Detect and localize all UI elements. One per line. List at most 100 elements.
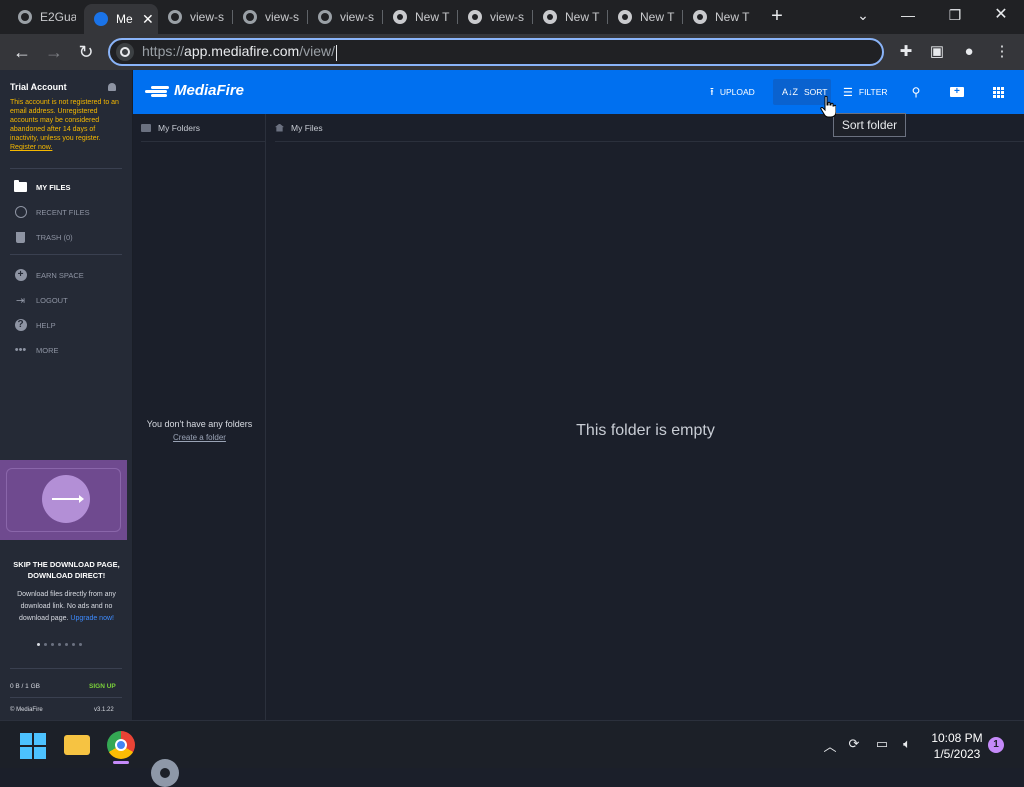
filter-button[interactable]: ☰ FILTER xyxy=(843,85,888,99)
search-icon[interactable]: ⚲ xyxy=(908,84,924,100)
reload-icon[interactable]: ↻ xyxy=(74,40,98,64)
browser-tab[interactable]: view-s xyxy=(158,4,232,30)
globe-icon xyxy=(18,10,32,24)
signup-link[interactable]: SIGN UP xyxy=(89,683,116,690)
tab-title: view-s xyxy=(190,10,225,24)
sidebar-item-earn-space[interactable]: + EARN SPACE xyxy=(14,268,84,282)
app-topbar: MediaFire ⭱ UPLOAD A↓Z SORT ☰ FILTER ⚲ xyxy=(133,70,1024,114)
carousel-dot[interactable] xyxy=(79,643,82,646)
browser-toolbar: ← → ↻ https://app.mediafire.com/view/ ✚ … xyxy=(0,34,1024,70)
promo-image[interactable] xyxy=(0,460,127,540)
register-link[interactable]: Register now. xyxy=(10,144,52,151)
mediafire-logo[interactable]: MediaFire xyxy=(145,82,244,99)
carousel-dot[interactable] xyxy=(37,643,40,646)
browser-tab[interactable]: New T xyxy=(683,4,757,30)
carousel-dot[interactable] xyxy=(44,643,47,646)
back-arrow-icon[interactable]: ← xyxy=(10,40,34,64)
sidebar-item-trash[interactable]: TRASH (0) xyxy=(14,230,73,244)
sidebar-item-recent-files[interactable]: RECENT FILES xyxy=(14,205,90,219)
chrome-icon xyxy=(393,10,407,24)
kebab-menu-icon[interactable]: ⋮ xyxy=(992,42,1012,62)
upload-button[interactable]: ⭱ UPLOAD xyxy=(710,85,755,99)
help-icon: ? xyxy=(14,319,27,332)
forward-arrow-icon[interactable]: → xyxy=(42,40,66,64)
filter-icon: ☰ xyxy=(843,86,853,99)
clock-time: 10:08 PM xyxy=(931,731,983,745)
tab-title: view-s xyxy=(340,10,375,24)
taskbar-clock[interactable]: 10:08 PM 1/5/2023 xyxy=(922,730,992,762)
new-tab-button[interactable]: + xyxy=(766,6,788,28)
carousel-dot[interactable] xyxy=(51,643,54,646)
folders-pane: My Folders You don't have any folders Cr… xyxy=(133,114,266,720)
mediafire-flame-icon xyxy=(145,85,171,97)
address-bar[interactable]: https://app.mediafire.com/view/ xyxy=(108,38,884,66)
tab-title: New T xyxy=(565,10,600,24)
upgrade-link[interactable]: Upgrade now! xyxy=(70,615,114,622)
address-url: https://app.mediafire.com/view/ xyxy=(142,43,337,61)
close-tab-icon[interactable]: ✕ xyxy=(142,11,154,28)
folder-icon xyxy=(14,180,27,194)
tab-search-icon[interactable]: ⌄ xyxy=(843,4,883,26)
globe-icon xyxy=(243,10,257,24)
volume-icon[interactable]: 🔈︎ xyxy=(898,736,916,752)
sort-az-icon: A↓Z xyxy=(782,87,799,97)
side-panel-icon[interactable]: ▣ xyxy=(927,42,947,62)
profile-avatar-icon[interactable]: ● xyxy=(959,42,979,62)
tab-title: view-s xyxy=(490,10,525,24)
sidebar-item-my-files[interactable]: MY FILES xyxy=(14,180,70,194)
site-info-icon[interactable] xyxy=(116,43,134,61)
hand-cursor-icon xyxy=(820,96,836,118)
carousel-dot[interactable] xyxy=(58,643,61,646)
close-window-button[interactable]: ✕ xyxy=(981,4,1021,26)
sidebar-item-more[interactable]: ••• MORE xyxy=(14,343,59,357)
plus-circle-icon: + xyxy=(14,269,27,282)
tab-title: New T xyxy=(415,10,450,24)
carousel-dots[interactable] xyxy=(37,643,82,646)
browser-tab-active[interactable]: Me ✕ xyxy=(84,4,158,34)
restore-button[interactable]: ❐ xyxy=(935,4,975,26)
globe-icon xyxy=(318,10,332,24)
upload-icon: ⭱ xyxy=(710,85,714,98)
sidebar-item-help[interactable]: ? HELP xyxy=(14,318,56,332)
carousel-dot[interactable] xyxy=(65,643,68,646)
carousel-dot[interactable] xyxy=(72,643,75,646)
globe-icon xyxy=(168,10,182,24)
promo-title: SKIP THE DOWNLOAD PAGE, DOWNLOAD DIRECT! xyxy=(13,560,120,580)
folder-icon xyxy=(141,123,151,132)
clock-icon xyxy=(14,206,27,219)
minimize-button[interactable]: — xyxy=(888,4,928,26)
create-folder-link[interactable]: Create a folder xyxy=(133,433,266,442)
breadcrumb[interactable]: My Files xyxy=(275,114,1024,142)
chrome-icon xyxy=(618,10,632,24)
clock-date: 1/5/2023 xyxy=(933,747,981,761)
browser-tab[interactable]: E2Gua xyxy=(8,4,84,30)
notification-badge[interactable]: 1 xyxy=(988,737,1004,753)
browser-tab[interactable]: view-s xyxy=(308,4,382,30)
browser-tab[interactable]: view-s xyxy=(458,4,532,30)
extensions-puzzle-icon[interactable]: ✚ xyxy=(896,42,916,62)
trash-icon xyxy=(14,231,27,244)
browser-tab[interactable]: New T xyxy=(383,4,457,30)
browser-tab[interactable]: New T xyxy=(608,4,682,30)
home-icon xyxy=(275,123,284,132)
new-folder-icon[interactable] xyxy=(949,84,965,100)
network-icon[interactable]: ▭ xyxy=(873,736,891,752)
logout-icon: ⇥ xyxy=(15,294,26,307)
sync-icon[interactable]: ⟳ xyxy=(845,736,863,752)
browser-tab[interactable]: New T xyxy=(533,4,607,30)
browser-tab[interactable]: view-s xyxy=(233,4,307,30)
folders-pane-header: My Folders xyxy=(141,114,265,142)
copyright: © MediaFire xyxy=(10,707,43,713)
chrome-icon[interactable] xyxy=(107,731,135,759)
bell-icon[interactable] xyxy=(108,83,116,91)
trial-notice: This account is not registered to an ema… xyxy=(10,99,119,151)
browser-tab-strip: E2Gua Me ✕ view-s view-s view-s New T vi… xyxy=(0,0,1024,34)
file-explorer-icon[interactable] xyxy=(64,735,90,755)
no-folders-message: You don't have any folders xyxy=(146,419,253,429)
tab-title: Me xyxy=(116,12,133,26)
grid-view-icon[interactable] xyxy=(990,84,1006,100)
files-pane: My Files This folder is empty xyxy=(267,114,1024,720)
sidebar-item-logout[interactable]: ⇥ LOGOUT xyxy=(14,293,68,307)
chevron-up-icon[interactable]: ︿ xyxy=(821,736,839,755)
windows-start-icon[interactable] xyxy=(20,733,46,759)
